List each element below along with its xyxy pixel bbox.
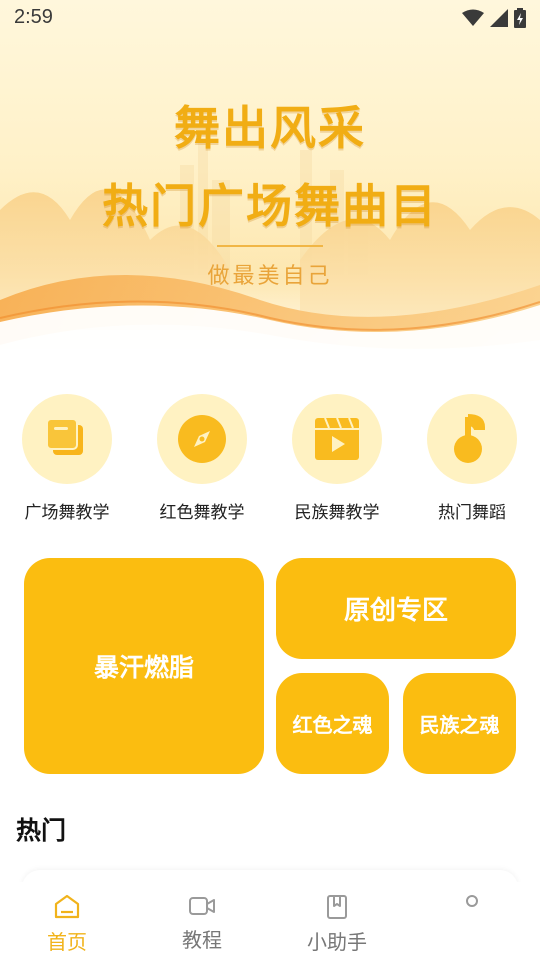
status-time: 2:59 <box>14 6 53 28</box>
tile-label: 红色之魂 <box>292 713 373 737</box>
category-label: 红色舞教学 <box>159 503 245 523</box>
bottom-tab-bar: 首页 教程 小助手 <box>0 882 540 960</box>
tile-label: 原创专区 <box>343 596 448 626</box>
tab-assistant[interactable]: 小助手 <box>287 894 387 955</box>
tab-mine[interactable] <box>422 894 522 924</box>
status-icons <box>462 8 526 28</box>
tab-home[interactable]: 首页 <box>17 894 117 955</box>
tab-label: 小助手 <box>307 930 367 954</box>
category-circle <box>22 394 112 484</box>
hero-subtitle: 做最美自己 <box>207 264 333 289</box>
hero-title-line1: 舞出风采 <box>174 101 366 155</box>
category-ethnic-dance-teaching[interactable]: 民族舞教学 <box>277 394 397 523</box>
signal-icon <box>490 9 508 27</box>
profile-icon <box>466 895 478 907</box>
tab-label: 教程 <box>182 928 222 952</box>
tile-sweat-fat-burn[interactable]: 暴汗燃脂 <box>24 558 264 774</box>
category-red-dance-teaching[interactable]: 红色舞教学 <box>142 394 262 523</box>
category-circle <box>292 394 382 484</box>
video-camera-icon <box>189 897 215 915</box>
category-circle <box>427 394 517 484</box>
wifi-icon <box>462 9 484 26</box>
category-circle <box>157 394 247 484</box>
category-hot-dance[interactable]: 热门舞蹈 <box>412 394 532 523</box>
tab-tutorial[interactable]: 教程 <box>152 894 252 953</box>
compass-icon <box>178 415 226 463</box>
tile-original-zone[interactable]: 原创专区 <box>276 558 516 659</box>
tile-ethnic-soul[interactable]: 民族之魂 <box>403 673 516 774</box>
bookmark-book-icon <box>327 895 347 919</box>
status-bar: 2:59 <box>0 0 540 36</box>
hero-title-line2: 热门广场舞曲目 <box>102 179 438 233</box>
home-icon <box>54 894 80 919</box>
hero-divider <box>217 245 323 247</box>
tab-label: 首页 <box>47 930 87 954</box>
music-note-icon <box>454 414 486 463</box>
category-label: 广场舞教学 <box>24 503 110 523</box>
battery-icon <box>514 8 526 28</box>
video-icon <box>315 417 359 460</box>
category-label: 民族舞教学 <box>294 503 380 523</box>
tile-red-soul[interactable]: 红色之魂 <box>276 673 389 774</box>
pages-icon <box>46 418 83 455</box>
tile-label: 暴汗燃脂 <box>93 653 194 682</box>
category-square-dance-teaching[interactable]: 广场舞教学 <box>7 394 127 523</box>
category-label: 热门舞蹈 <box>438 503 506 523</box>
tile-label: 民族之魂 <box>419 713 500 737</box>
hero-banner[interactable]: 舞出风采 热门广场舞曲目 做最美自己 <box>0 0 540 370</box>
section-title-hot: 热门 <box>16 816 67 845</box>
